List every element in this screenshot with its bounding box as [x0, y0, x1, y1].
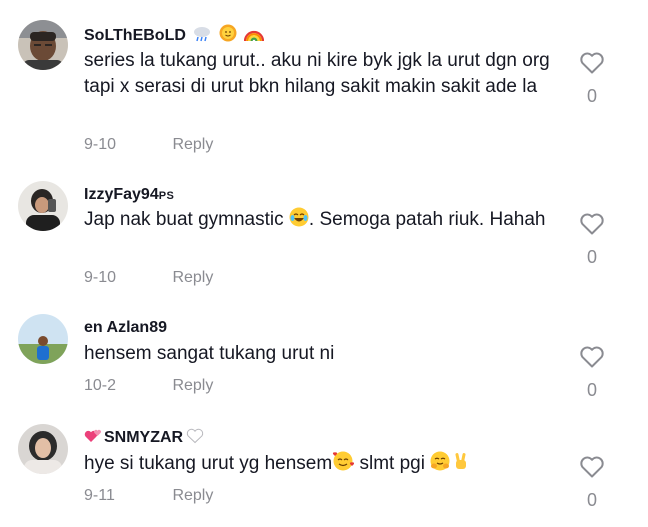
username-text[interactable]: IzzyFay94	[84, 186, 159, 203]
like-control: 0	[578, 455, 606, 511]
comment-username[interactable]: SNMYZAR	[84, 428, 204, 450]
comment-date: 9-11	[84, 487, 115, 504]
comment-meta: 10-2 Reply	[84, 377, 213, 395]
smiling-hearts-emoji	[332, 451, 355, 479]
comment-meta: 9-10 Reply	[84, 269, 213, 287]
heart-outline-icon[interactable]	[578, 455, 606, 484]
rainbow-icon	[244, 26, 265, 48]
username-badge: PS	[158, 190, 175, 202]
comment-text-part: hye si tukang urut yg hensem	[84, 453, 333, 474]
avatar[interactable]	[18, 314, 68, 364]
laughing-tears-emoji	[289, 207, 309, 235]
reply-button[interactable]: Reply	[172, 269, 213, 286]
reply-button[interactable]: Reply	[172, 377, 213, 394]
like-control: 0	[578, 212, 606, 268]
like-count: 0	[586, 380, 597, 400]
comment-text: Jap nak buat gymnastic . Semoga patah ri…	[84, 207, 564, 235]
heart-outline-icon[interactable]	[578, 51, 606, 80]
two-hearts-icon	[84, 428, 102, 450]
comment-meta: 9-10 Reply	[84, 136, 213, 154]
like-control: 0	[578, 51, 606, 107]
comment-date: 10-2	[84, 377, 117, 394]
comment-text: series la tukang urut.. aku ni kire byk …	[84, 50, 550, 97]
comment-date: 9-10	[84, 136, 117, 153]
avatar[interactable]	[18, 20, 68, 70]
like-count: 0	[586, 86, 597, 106]
comment-text-part: . Semoga patah riuk. Hahah	[308, 209, 546, 230]
username-text[interactable]: SNMYZAR	[104, 429, 183, 446]
like-count: 0	[586, 490, 597, 510]
username-text[interactable]: en Azlan89	[84, 319, 167, 336]
avatar[interactable]	[18, 181, 68, 231]
like-count: 0	[586, 247, 597, 267]
avatar[interactable]	[18, 424, 68, 474]
hugging-face-emoji	[430, 451, 450, 479]
comment-meta: 9-11 Reply	[84, 487, 213, 505]
comment-list: SoLThEBoLD series la tukang urut.. aku n…	[0, 0, 648, 527]
comment-text: hensem sangat tukang urut ni	[84, 343, 335, 364]
comment-username[interactable]: IzzyFay94PS	[84, 185, 174, 206]
like-control: 0	[578, 345, 606, 401]
comment-text: hye si tukang urut yg hensem slmt pgi	[84, 451, 564, 479]
cloud-rain-icon	[193, 26, 211, 48]
heart-outline-icon[interactable]	[578, 345, 606, 374]
sun-face-icon	[219, 24, 237, 48]
comment-username[interactable]: en Azlan89	[84, 318, 167, 338]
comment-text-part: Jap nak buat gymnastic	[84, 209, 289, 230]
reply-button[interactable]: Reply	[172, 136, 213, 153]
white-heart-icon	[186, 428, 204, 450]
username-text[interactable]: SoLThEBoLD	[84, 27, 186, 44]
heart-outline-icon[interactable]	[578, 212, 606, 241]
comment-date: 9-10	[84, 269, 117, 286]
comment-username[interactable]: SoLThEBoLD	[84, 24, 265, 48]
reply-button[interactable]: Reply	[172, 487, 213, 504]
victory-hand-emoji	[453, 451, 469, 479]
comment-text-part: slmt pgi	[354, 453, 431, 474]
